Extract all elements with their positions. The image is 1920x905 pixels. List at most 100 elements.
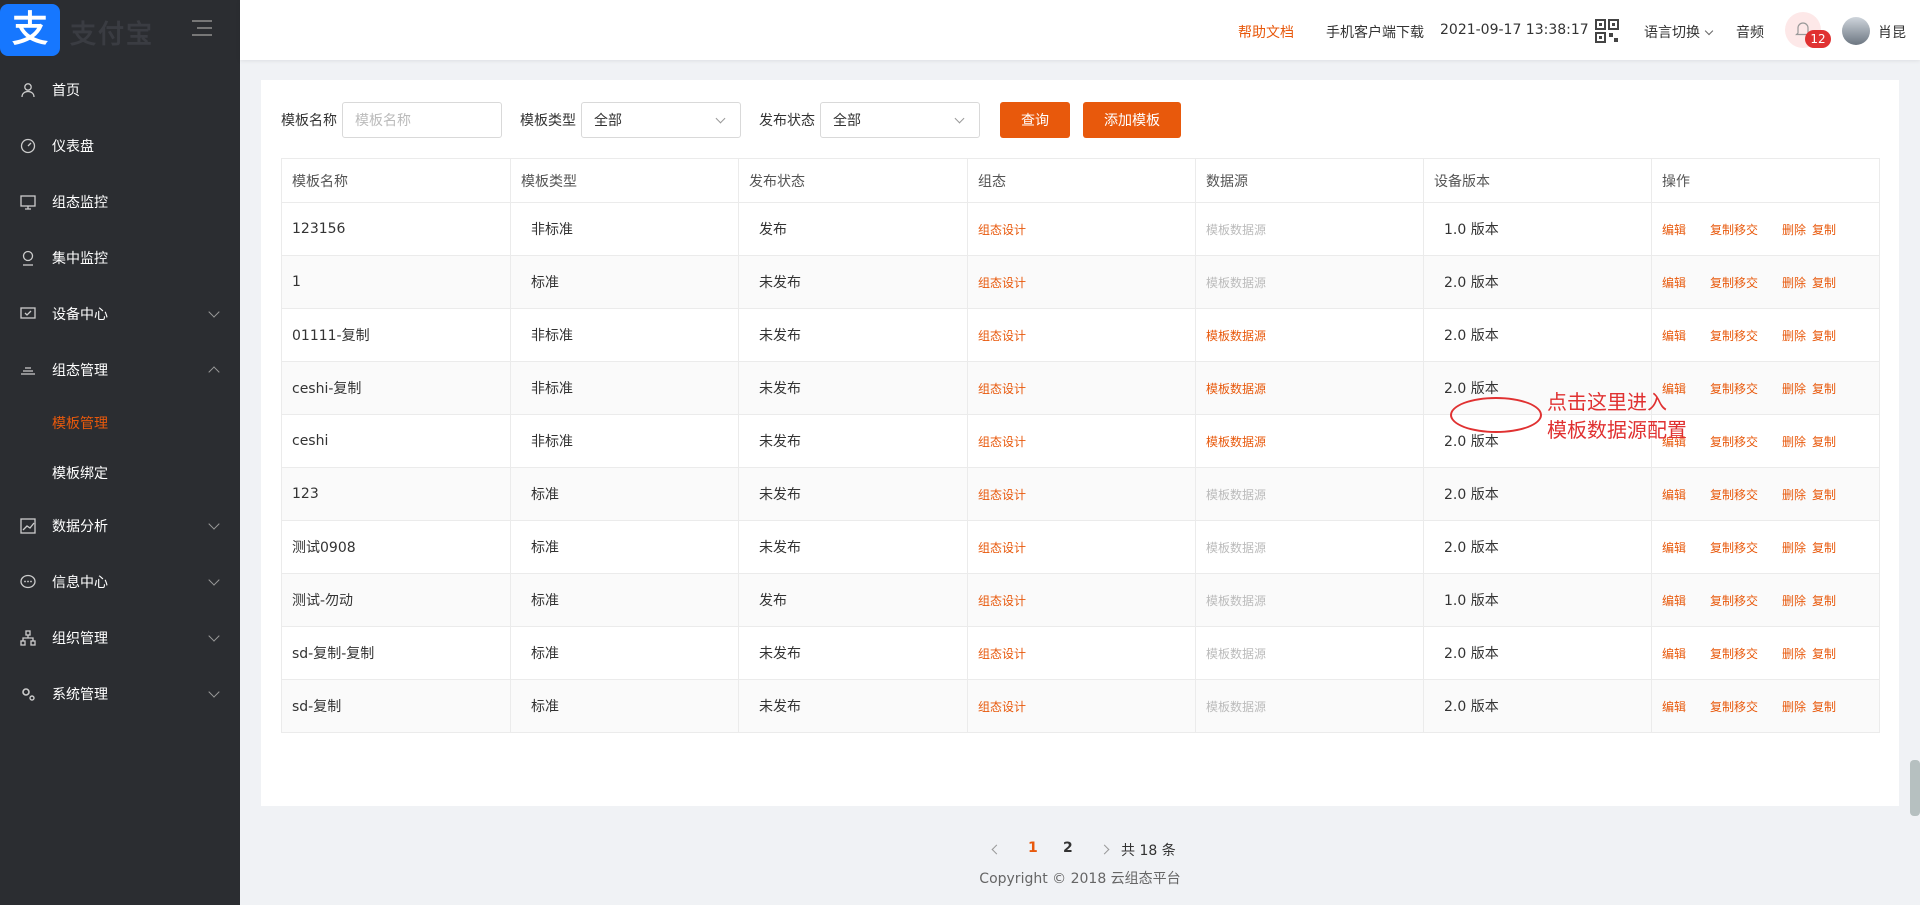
design-link[interactable]: 组态设计 bbox=[978, 488, 1026, 502]
menu-toggle-icon[interactable] bbox=[192, 20, 212, 36]
footer-copyright: Copyright © 2018 云组态平台 bbox=[979, 871, 1181, 887]
template-type-select[interactable]: 全部 bbox=[581, 102, 741, 138]
copy-transfer-link[interactable]: 复制移交 bbox=[1710, 594, 1758, 608]
language-switch[interactable]: 语言切换 bbox=[1644, 22, 1714, 42]
copy-transfer-link[interactable]: 复制移交 bbox=[1710, 329, 1758, 343]
design-link[interactable]: 组态设计 bbox=[978, 223, 1026, 237]
copy-transfer-link[interactable]: 复制移交 bbox=[1710, 435, 1758, 449]
copy-link[interactable]: 复制 bbox=[1812, 700, 1836, 714]
copy-transfer-link[interactable]: 复制移交 bbox=[1710, 647, 1758, 661]
org-icon bbox=[20, 630, 36, 646]
username[interactable]: 肖昆 bbox=[1878, 22, 1906, 42]
next-page-icon[interactable] bbox=[1099, 844, 1110, 855]
query-button[interactable]: 查询 bbox=[1000, 102, 1070, 138]
sidebar-subitem-template-management[interactable]: 模板管理 bbox=[0, 398, 240, 448]
copy-transfer-link[interactable]: 复制移交 bbox=[1710, 541, 1758, 555]
edit-link[interactable]: 编辑 bbox=[1662, 700, 1686, 714]
status-text: 未发布 bbox=[759, 381, 801, 397]
edit-link[interactable]: 编辑 bbox=[1662, 594, 1686, 608]
copy-link[interactable]: 复制 bbox=[1812, 329, 1836, 343]
design-link[interactable]: 组态设计 bbox=[978, 594, 1026, 608]
sidebar-item-data-analysis[interactable]: 数据分析 bbox=[0, 498, 240, 554]
datasource-link[interactable]: 模板数据源 bbox=[1206, 382, 1266, 396]
delete-link[interactable]: 删除 bbox=[1782, 276, 1806, 290]
copy-link[interactable]: 复制 bbox=[1812, 647, 1836, 661]
copy-transfer-link[interactable]: 复制移交 bbox=[1710, 276, 1758, 290]
publish-status-select[interactable]: 全部 bbox=[820, 102, 980, 138]
delete-link[interactable]: 删除 bbox=[1782, 329, 1806, 343]
datasource-link[interactable]: 模板数据源 bbox=[1206, 435, 1266, 449]
sidebar-item-org-management[interactable]: 组织管理 bbox=[0, 610, 240, 666]
design-link[interactable]: 组态设计 bbox=[978, 329, 1026, 343]
help-docs-link[interactable]: 帮助文档 bbox=[1238, 22, 1294, 42]
audio-toggle[interactable]: 音频 bbox=[1736, 22, 1764, 42]
template-name-input[interactable]: 模板名称 bbox=[342, 102, 502, 138]
copy-transfer-link[interactable]: 复制移交 bbox=[1710, 700, 1758, 714]
edit-link[interactable]: 编辑 bbox=[1662, 223, 1686, 237]
delete-link[interactable]: 删除 bbox=[1782, 541, 1806, 555]
cell-source: 模板数据源 bbox=[1195, 308, 1424, 362]
table-row: sd-复制-复制 标准 未发布 组态设计 模板数据源 2.0 版本 编辑 复制移交 删除 复制 bbox=[281, 626, 1880, 680]
copy-link[interactable]: 复制 bbox=[1812, 488, 1836, 502]
sidebar-item-system-management[interactable]: 系统管理 bbox=[0, 666, 240, 722]
prev-page-icon[interactable] bbox=[991, 844, 1002, 855]
copy-transfer-link[interactable]: 复制移交 bbox=[1710, 223, 1758, 237]
avatar[interactable] bbox=[1842, 17, 1870, 45]
design-link[interactable]: 组态设计 bbox=[978, 435, 1026, 449]
cell-type: 非标准 bbox=[510, 202, 739, 256]
sidebar-item-label: 设备中心 bbox=[52, 307, 108, 323]
cell-name: 测试0908 bbox=[281, 520, 511, 574]
sidebar-item-message-center[interactable]: 信息中心 bbox=[0, 554, 240, 610]
design-link[interactable]: 组态设计 bbox=[978, 541, 1026, 555]
delete-link[interactable]: 删除 bbox=[1782, 594, 1806, 608]
datasource-link: 模板数据源 bbox=[1206, 540, 1267, 555]
copy-transfer-link[interactable]: 复制移交 bbox=[1710, 488, 1758, 502]
delete-link[interactable]: 删除 bbox=[1782, 488, 1806, 502]
design-link[interactable]: 组态设计 bbox=[978, 647, 1026, 661]
status-text: 未发布 bbox=[759, 328, 801, 344]
sidebar-item-home[interactable]: 首页 bbox=[0, 62, 240, 118]
page-2-button[interactable]: 2 bbox=[1063, 840, 1073, 856]
notification-button[interactable]: 12 bbox=[1785, 12, 1831, 48]
copy-link[interactable]: 复制 bbox=[1812, 594, 1836, 608]
copy-link[interactable]: 复制 bbox=[1812, 382, 1836, 396]
sidebar-item-config-monitor[interactable]: 组态监控 bbox=[0, 174, 240, 230]
scrollbar-thumb[interactable] bbox=[1910, 760, 1920, 816]
mobile-download-link[interactable]: 手机客户端下载 bbox=[1326, 22, 1424, 42]
column-header: 设备版本 bbox=[1423, 158, 1652, 203]
sidebar-item-device-center[interactable]: 设备中心 bbox=[0, 286, 240, 342]
settings-icon bbox=[20, 686, 36, 702]
edit-link[interactable]: 编辑 bbox=[1662, 647, 1686, 661]
page-1-button[interactable]: 1 bbox=[1028, 840, 1038, 856]
delete-link[interactable]: 删除 bbox=[1782, 647, 1806, 661]
chevron-down-icon bbox=[715, 113, 726, 124]
annotation-text: 点击这里进入 模板数据源配置 bbox=[1547, 388, 1687, 444]
delete-link[interactable]: 删除 bbox=[1782, 700, 1806, 714]
copy-transfer-link[interactable]: 复制移交 bbox=[1710, 382, 1758, 396]
delete-link[interactable]: 删除 bbox=[1782, 435, 1806, 449]
edit-link[interactable]: 编辑 bbox=[1662, 541, 1686, 555]
cell-status: 未发布 bbox=[738, 679, 968, 733]
type-text: 非标准 bbox=[531, 381, 573, 397]
copy-link[interactable]: 复制 bbox=[1812, 541, 1836, 555]
design-link[interactable]: 组态设计 bbox=[978, 700, 1026, 714]
design-link[interactable]: 组态设计 bbox=[978, 276, 1026, 290]
sidebar-item-config-management[interactable]: 组态管理 bbox=[0, 342, 240, 398]
add-template-button[interactable]: 添加模板 bbox=[1083, 102, 1181, 138]
status-text: 未发布 bbox=[759, 646, 801, 662]
sidebar-item-central-monitor[interactable]: 集中监控 bbox=[0, 230, 240, 286]
cell-ops: 编辑 复制移交 删除 复制 bbox=[1651, 467, 1880, 521]
datasource-link[interactable]: 模板数据源 bbox=[1206, 329, 1266, 343]
sidebar-item-dashboard[interactable]: 仪表盘 bbox=[0, 118, 240, 174]
delete-link[interactable]: 删除 bbox=[1782, 223, 1806, 237]
edit-link[interactable]: 编辑 bbox=[1662, 329, 1686, 343]
sidebar-subitem-template-binding[interactable]: 模板绑定 bbox=[0, 448, 240, 498]
qrcode-icon[interactable] bbox=[1595, 19, 1619, 43]
edit-link[interactable]: 编辑 bbox=[1662, 488, 1686, 502]
design-link[interactable]: 组态设计 bbox=[978, 382, 1026, 396]
delete-link[interactable]: 删除 bbox=[1782, 382, 1806, 396]
copy-link[interactable]: 复制 bbox=[1812, 223, 1836, 237]
edit-link[interactable]: 编辑 bbox=[1662, 276, 1686, 290]
copy-link[interactable]: 复制 bbox=[1812, 276, 1836, 290]
copy-link[interactable]: 复制 bbox=[1812, 435, 1836, 449]
